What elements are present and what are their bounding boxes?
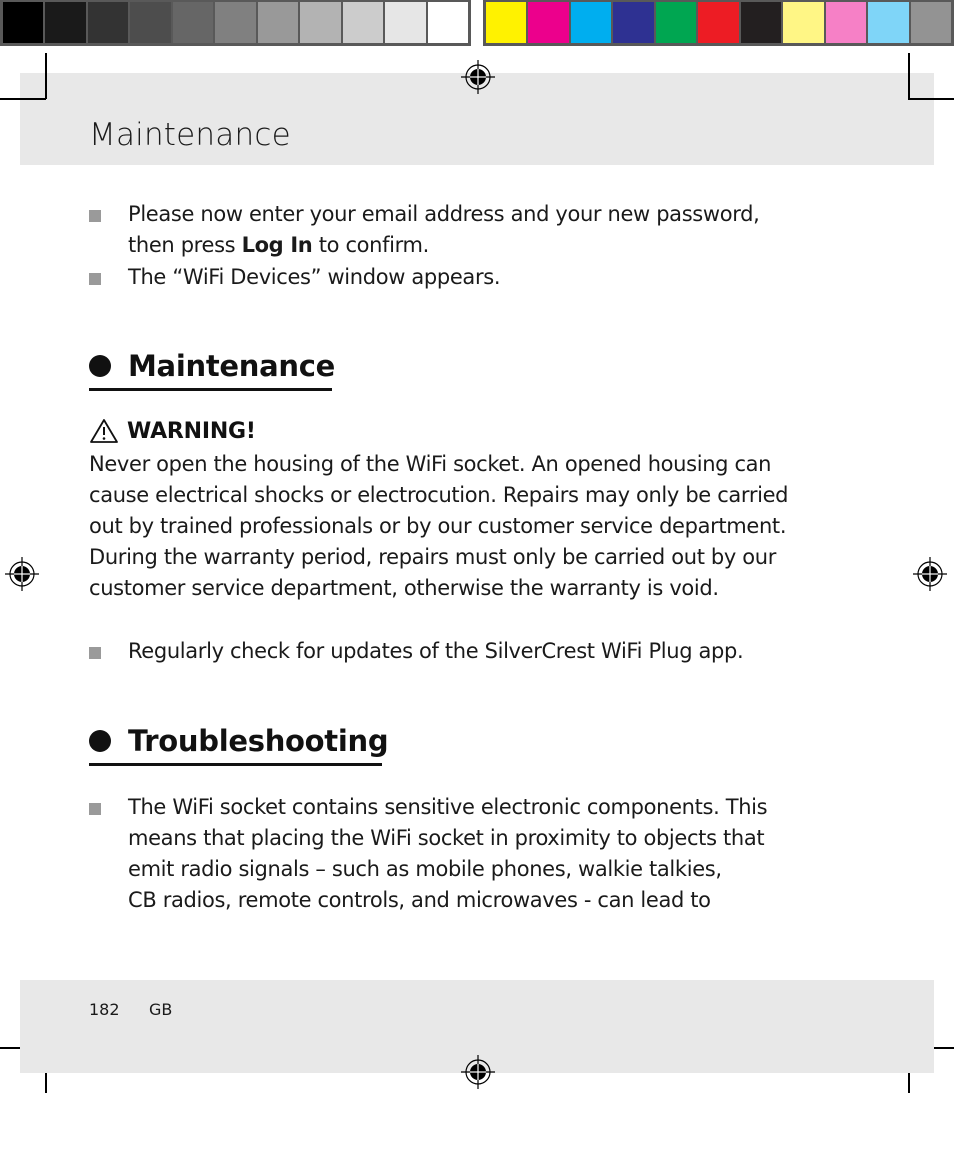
crop-mark-top-left <box>45 53 47 99</box>
bullet-square-icon <box>89 803 101 815</box>
warning-heading: WARNING! <box>89 418 256 444</box>
list-item: The “WiFi Devices” window appears. <box>89 262 829 293</box>
bullet-text-line: means that placing the WiFi socket in pr… <box>128 826 765 850</box>
list-item: Regularly check for updates of the Silve… <box>89 636 829 667</box>
bullet-text-line: emit radio signals – such as mobile phon… <box>128 857 722 881</box>
section-underline <box>89 388 332 391</box>
text-fragment: then press <box>128 233 242 257</box>
paragraph-line: customer service department, otherwise t… <box>89 576 719 600</box>
gray-swatch <box>215 2 256 43</box>
gray-swatch <box>45 2 86 43</box>
crop-mark-top-right <box>908 98 954 100</box>
text-fragment: to confirm. <box>312 233 430 257</box>
color-swatch <box>698 2 739 43</box>
page-number: 182 <box>89 1000 120 1019</box>
warning-triangle-icon <box>90 419 118 443</box>
bullet-square-icon <box>89 647 101 659</box>
grayscale-color-bar <box>0 0 471 46</box>
registration-mark-icon <box>461 60 495 94</box>
color-swatch <box>655 2 697 43</box>
crop-mark-top-left <box>0 98 46 100</box>
page-title: Maintenance <box>89 117 291 153</box>
gray-swatch <box>385 2 426 43</box>
gray-swatch <box>427 2 468 43</box>
paragraph-line: cause electrical shocks or electrocution… <box>89 483 789 507</box>
language-code: GB <box>149 1000 173 1019</box>
process-color-bar <box>483 0 954 46</box>
color-swatch <box>528 2 569 43</box>
color-swatch <box>740 2 782 43</box>
paragraph-line: out by trained professionals or by our c… <box>89 514 787 538</box>
section-heading-maintenance: Maintenance <box>89 349 335 383</box>
warning-paragraph: Never open the housing of the WiFi socke… <box>89 449 789 604</box>
section-heading-troubleshooting: Troubleshooting <box>89 724 389 758</box>
registration-mark-icon <box>461 1055 495 1089</box>
crop-mark-top-right <box>908 53 910 99</box>
color-swatch <box>783 2 824 43</box>
gray-swatch <box>130 2 171 43</box>
section-underline <box>89 763 382 766</box>
section-bullet-icon <box>89 355 111 377</box>
color-swatch <box>910 2 951 43</box>
gray-swatch <box>300 2 341 43</box>
list-item: Please now enter your email address and … <box>89 199 829 261</box>
bullet-text-line: The “WiFi Devices” window appears. <box>128 265 501 289</box>
bullet-text-line: Regularly check for updates of the Silve… <box>128 639 744 663</box>
section-bullet-icon <box>89 730 111 752</box>
gray-swatch <box>172 2 214 43</box>
color-swatch <box>825 2 867 43</box>
registration-mark-icon <box>913 557 947 591</box>
log-in-label: Log In <box>241 233 313 257</box>
color-swatch <box>570 2 612 43</box>
paragraph-line: Never open the housing of the WiFi socke… <box>89 452 772 476</box>
bullet-text-line: then press Log In to confirm. <box>128 230 759 261</box>
section-title: Troubleshooting <box>128 724 389 758</box>
color-swatch <box>868 2 909 43</box>
bullet-square-icon <box>89 273 101 285</box>
gray-swatch <box>257 2 299 43</box>
color-swatch <box>486 2 527 43</box>
bullet-text-line: The WiFi socket contains sensitive elect… <box>128 795 768 819</box>
gray-swatch <box>87 2 129 43</box>
paragraph-line: During the warranty period, repairs must… <box>89 545 777 569</box>
gray-swatch <box>3 2 44 43</box>
bullet-square-icon <box>89 210 101 222</box>
bullet-text-line: Please now enter your email address and … <box>128 202 760 226</box>
color-swatch <box>613 2 654 43</box>
bullet-text-line: CB radios, remote controls, and microwav… <box>128 888 711 912</box>
warning-label: WARNING! <box>127 418 256 444</box>
registration-mark-icon <box>5 557 39 591</box>
section-title: Maintenance <box>128 349 335 383</box>
gray-swatch <box>342 2 384 43</box>
list-item: The WiFi socket contains sensitive elect… <box>89 792 829 916</box>
